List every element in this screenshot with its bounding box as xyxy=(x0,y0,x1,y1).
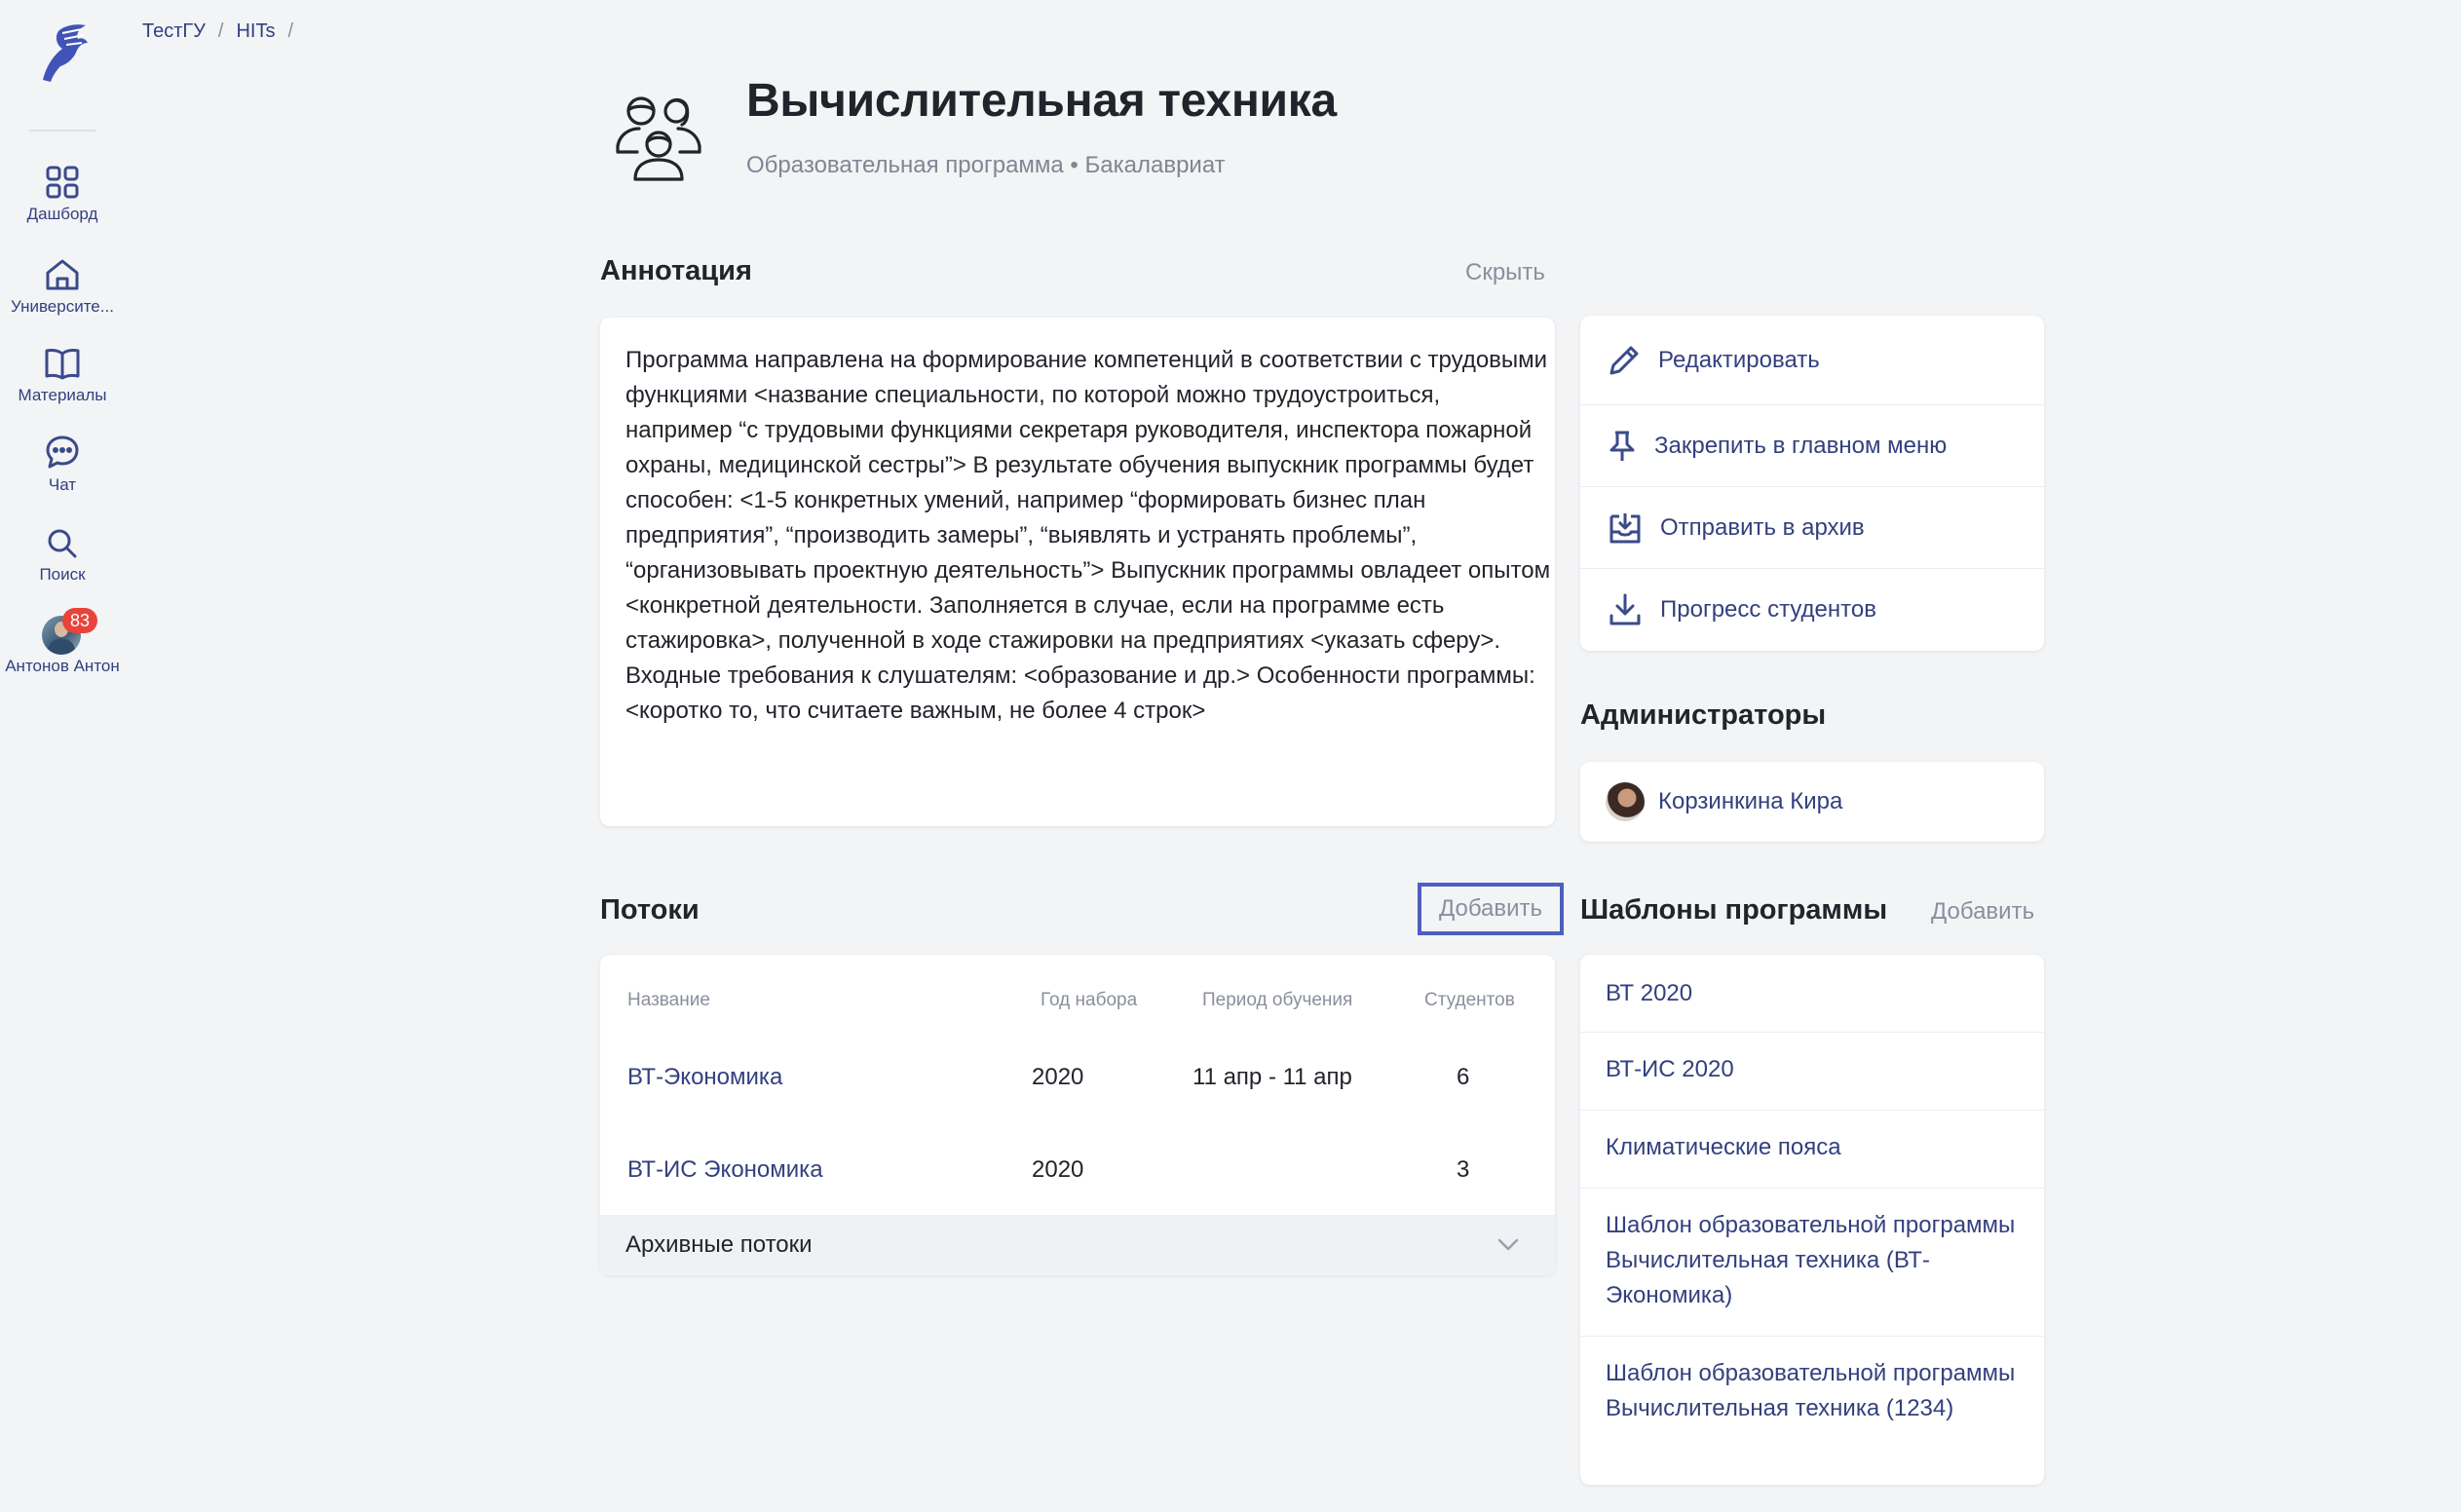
archived-streams-label: Архивные потоки xyxy=(625,1231,813,1258)
annotation-card: Программа направлена на формирование ком… xyxy=(600,318,1555,826)
stream-name-link[interactable]: ВТ-ИС Экономика xyxy=(627,1156,823,1184)
breadcrumb-item[interactable]: ТестГУ xyxy=(142,20,206,42)
column-header: Год набора xyxy=(1041,990,1138,1010)
stream-year: 2020 xyxy=(1032,1156,1084,1183)
template-link[interactable]: Климатические пояса xyxy=(1580,1111,2044,1189)
avatar xyxy=(1606,782,1645,821)
archived-streams-toggle[interactable]: Архивные потоки xyxy=(600,1215,1555,1275)
admins-title: Администраторы xyxy=(1580,699,1827,731)
admin-item[interactable]: Корзинкина Кира xyxy=(1580,762,2044,842)
annotation-title: Аннотация xyxy=(600,255,752,286)
streams-title: Потоки xyxy=(600,894,700,926)
stream-name-link[interactable]: ВТ-Экономика xyxy=(627,1064,782,1091)
add-stream-button[interactable]: Добавить xyxy=(1418,883,1564,935)
page-title: Вычислительная техника xyxy=(746,75,1337,127)
chat-icon xyxy=(46,435,79,469)
user-name[interactable]: Антонов Антон xyxy=(0,657,125,675)
template-link[interactable]: ВТ-ИС 2020 xyxy=(1580,1033,2044,1111)
pencil-icon xyxy=(1609,346,1639,374)
archive-label: Отправить в архив xyxy=(1660,513,1865,541)
template-link[interactable]: Шаблон образовательной программы Вычисли… xyxy=(1580,1189,2044,1337)
sidebar-item-label: Дашборд xyxy=(26,205,98,223)
streams-table: Название Год набора Период обучения Студ… xyxy=(600,955,1555,1275)
sidebar-item-chat[interactable]: Чат xyxy=(0,435,125,495)
column-header: Студентов xyxy=(1424,990,1515,1010)
sidebar-item-label: Чат xyxy=(48,475,77,494)
book-icon xyxy=(45,348,80,380)
templates-title: Шаблоны программы xyxy=(1580,894,1888,926)
sidebar-item-materials[interactable]: Материалы xyxy=(0,347,125,405)
chevron-down-icon xyxy=(1497,1238,1519,1251)
breadcrumb-separator: / xyxy=(217,20,224,42)
university-icon xyxy=(46,259,79,290)
stream-period: 11 апр - 11 апр xyxy=(1193,1064,1352,1090)
dashboard-icon xyxy=(46,166,79,199)
sidebar: Дашборд Университе... Материалы Чат Поис… xyxy=(0,0,125,1512)
admin-name: Корзинкина Кира xyxy=(1658,788,1843,814)
edit-label: Редактировать xyxy=(1658,346,1820,373)
sidebar-item-search[interactable]: Поиск xyxy=(0,528,125,585)
column-header: Период обучения xyxy=(1202,990,1353,1010)
edit-button[interactable]: Редактировать xyxy=(1580,316,2044,405)
search-icon xyxy=(48,529,77,558)
template-link[interactable]: Шаблон образовательной программы Вычисли… xyxy=(1580,1337,2044,1485)
add-template-button[interactable]: Добавить xyxy=(1931,898,2034,926)
actions-card: Редактировать Закрепить в главном меню О… xyxy=(1580,316,2044,651)
download-icon xyxy=(1609,593,1641,625)
admins-card: Корзинкина Кира xyxy=(1580,762,2044,842)
stream-year: 2020 xyxy=(1032,1064,1084,1090)
people-group-icon xyxy=(616,96,701,181)
annotation-text: Программа направлена на формирование ком… xyxy=(625,347,1551,724)
progress-label: Прогресс студентов xyxy=(1660,596,1876,623)
notification-badge: 83 xyxy=(62,608,97,633)
templates-card: ВТ 2020 ВТ-ИС 2020 Климатические пояса Ш… xyxy=(1580,955,2044,1485)
sidebar-item-label: Поиск xyxy=(39,565,86,584)
stream-students: 6 xyxy=(1457,1064,1470,1090)
column-header: Название xyxy=(627,990,710,1010)
pin-icon xyxy=(1609,431,1635,461)
hide-annotation-button[interactable]: Скрыть xyxy=(1465,259,1545,286)
sidebar-item-university[interactable]: Университе... xyxy=(0,258,125,317)
stream-students: 3 xyxy=(1457,1156,1470,1183)
sidebar-item-dashboard[interactable]: Дашборд xyxy=(0,166,125,224)
logo-icon[interactable] xyxy=(33,21,92,86)
student-progress-button[interactable]: Прогресс студентов xyxy=(1580,569,2044,651)
pin-button[interactable]: Закрепить в главном меню xyxy=(1580,405,2044,487)
user-avatar[interactable]: 83 xyxy=(42,608,97,655)
template-link[interactable]: ВТ 2020 xyxy=(1580,955,2044,1033)
page-subtitle: Образовательная программа • Бакалавриат xyxy=(746,152,1226,178)
sidebar-item-label: Материалы xyxy=(18,386,107,404)
archive-icon xyxy=(1609,512,1641,543)
archive-button[interactable]: Отправить в архив xyxy=(1580,487,2044,569)
breadcrumb: ТестГУ / HITs / xyxy=(142,20,306,43)
pin-label: Закрепить в главном меню xyxy=(1654,432,1948,459)
sidebar-item-label: Университе... xyxy=(11,297,114,316)
breadcrumb-separator: / xyxy=(287,20,294,42)
breadcrumb-item[interactable]: HITs xyxy=(236,20,275,42)
sidebar-divider xyxy=(29,130,95,132)
